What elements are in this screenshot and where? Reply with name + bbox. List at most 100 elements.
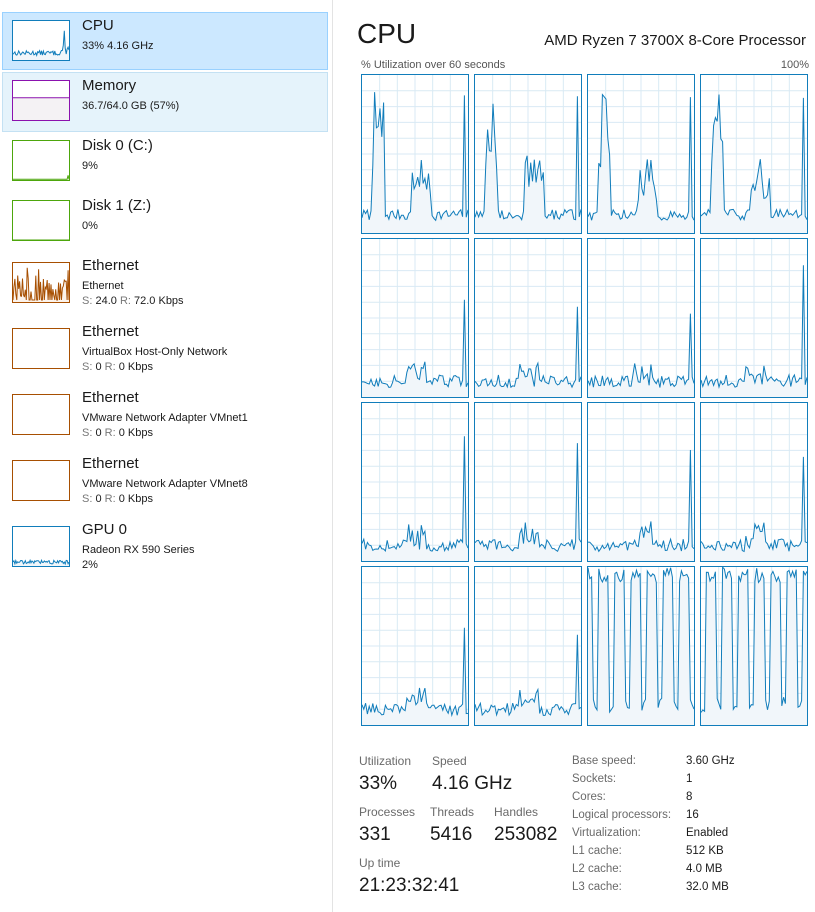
receive-key: R: [104, 493, 116, 505]
sidebar-item-title: Memory [82, 77, 137, 94]
send-key: S: [82, 295, 93, 307]
logical-processor-graph-15 [700, 566, 808, 726]
logical-processor-graph-4 [361, 238, 469, 398]
gpu-thumbnail-graph [12, 526, 70, 567]
processor-name: AMD Ryzen 7 3700X 8-Core Processor [544, 32, 806, 49]
max-utilization-label: 100% [780, 59, 809, 71]
logical-processor-graph-10 [587, 402, 695, 562]
sidebar-item-gpu-0[interactable]: GPU 0 Radeon RX 590 Series 2% [2, 516, 328, 578]
spec-value: 32.0 MB [686, 881, 729, 893]
logical-processor-graph-9 [474, 402, 582, 562]
sidebar-item-title: CPU [82, 17, 114, 34]
sidebar-item-cpu[interactable]: CPU 33% 4.16 GHz [2, 12, 328, 70]
disk-thumbnail-graph [12, 200, 70, 241]
sidebar-item-adapter: VirtualBox Host-Only Network [82, 346, 228, 358]
logical-processor-graph-3 [700, 74, 808, 234]
sidebar-item-adapter: Ethernet [82, 280, 124, 292]
sidebar-item-ethernet-vmnet8[interactable]: Ethernet VMware Network Adapter VMnet8 S… [2, 450, 328, 512]
threads-label: Threads [430, 805, 475, 819]
spec-value: 3.60 GHz [686, 755, 735, 767]
logical-processor-graph-12 [361, 566, 469, 726]
logical-processor-graph-6 [587, 238, 695, 398]
logical-processor-graph-0 [361, 74, 469, 234]
send-value: 24.0 [95, 295, 117, 307]
threads-value: 5416 [430, 824, 473, 845]
processes-label: Processes [359, 805, 416, 819]
utilization-value: 33% [359, 773, 398, 794]
sidebar-item-ethernet-virtualbox[interactable]: Ethernet VirtualBox Host-Only Network S:… [2, 318, 328, 380]
spec-key: Cores: [572, 791, 606, 803]
logical-processor-graph-7 [700, 238, 808, 398]
cpu-thumbnail-graph [12, 20, 70, 61]
receive-value: 72.0 Kbps [134, 295, 184, 307]
handles-value: 253082 [494, 824, 558, 845]
ethernet-thumbnail-graph [12, 394, 70, 435]
sidebar-item-throughput: S: 0 R: 0 Kbps [82, 427, 153, 439]
receive-value: 0 Kbps [118, 493, 153, 505]
sidebar-item-title: Ethernet [82, 455, 139, 472]
utilization-label: Utilization [359, 754, 412, 768]
memory-thumbnail-graph [12, 80, 70, 121]
sidebar-item-title: Disk 1 (Z:) [82, 197, 152, 214]
sidebar-item-disk-0[interactable]: Disk 0 (C:) 9% [2, 132, 328, 190]
receive-value: 0 Kbps [118, 427, 153, 439]
spec-key: Base speed: [572, 755, 636, 767]
sidebar-item-disk-1[interactable]: Disk 1 (Z:) 0% [2, 192, 328, 250]
logical-processor-graph-11 [700, 402, 808, 562]
spec-value: Enabled [686, 827, 729, 839]
sidebar: CPU 33% 4.16 GHz Memory 36.7/64.0 GB (57… [0, 0, 333, 912]
spec-value: 512 KB [686, 845, 724, 857]
spec-key: Sockets: [572, 773, 617, 785]
processes-value: 331 [359, 824, 391, 845]
ethernet-thumbnail-graph [12, 328, 70, 369]
sidebar-item-title: Disk 0 (C:) [82, 137, 153, 154]
ethernet-thumbnail-graph [12, 262, 70, 303]
speed-value: 4.16 GHz [432, 773, 513, 794]
logical-processor-graph-13 [474, 566, 582, 726]
handles-label: Handles [494, 805, 539, 819]
send-value: 0 [95, 361, 102, 373]
sidebar-item-detail: 2% [82, 559, 98, 571]
receive-key: R: [104, 427, 116, 439]
sidebar-item-adapter: VMware Network Adapter VMnet1 [82, 412, 248, 424]
logical-processor-graph-1 [474, 74, 582, 234]
disk-thumbnail-graph [12, 140, 70, 181]
logical-processor-graph-2 [587, 74, 695, 234]
spec-key: Logical processors: [572, 809, 672, 821]
sidebar-item-throughput: S: 0 R: 0 Kbps [82, 361, 153, 373]
send-value: 0 [95, 427, 102, 439]
sidebar-item-detail: 9% [82, 160, 98, 172]
spec-value: 8 [686, 791, 693, 803]
spec-value: 1 [686, 773, 693, 785]
sidebar-item-memory[interactable]: Memory 36.7/64.0 GB (57%) [2, 72, 328, 132]
sidebar-item-detail: 0% [82, 220, 98, 232]
sidebar-item-ethernet-vmnet1[interactable]: Ethernet VMware Network Adapter VMnet1 S… [2, 384, 328, 446]
page-title: CPU [357, 18, 417, 49]
speed-label: Speed [432, 754, 467, 768]
receive-key: R: [119, 295, 131, 307]
sidebar-item-adapter: Radeon RX 590 Series [82, 544, 195, 556]
ethernet-thumbnail-graph [12, 460, 70, 501]
logical-processor-graph-8 [361, 402, 469, 562]
spec-key: L1 cache: [572, 845, 622, 857]
sidebar-item-title: Ethernet [82, 323, 139, 340]
logical-processor-graph-5 [474, 238, 582, 398]
sidebar-item-detail: 33% 4.16 GHz [82, 40, 154, 52]
receive-key: R: [104, 361, 116, 373]
spec-key: L3 cache: [572, 881, 622, 893]
send-value: 0 [95, 493, 102, 505]
receive-value: 0 Kbps [118, 361, 153, 373]
logical-processor-graph-14 [587, 566, 695, 726]
sidebar-item-throughput: S: 0 R: 0 Kbps [82, 493, 153, 505]
spec-key: L2 cache: [572, 863, 622, 875]
sidebar-item-title: Ethernet [82, 257, 139, 274]
spec-value: 4.0 MB [686, 863, 723, 875]
sidebar-item-detail: 36.7/64.0 GB (57%) [82, 100, 180, 112]
sidebar-item-ethernet[interactable]: Ethernet Ethernet S: 24.0 R: 72.0 Kbps [2, 252, 328, 314]
send-key: S: [82, 493, 93, 505]
send-key: S: [82, 427, 93, 439]
spec-key: Virtualization: [572, 827, 641, 839]
sidebar-item-throughput: S: 24.0 R: 72.0 Kbps [82, 295, 184, 307]
send-key: S: [82, 361, 93, 373]
uptime-label: Up time [359, 856, 401, 870]
